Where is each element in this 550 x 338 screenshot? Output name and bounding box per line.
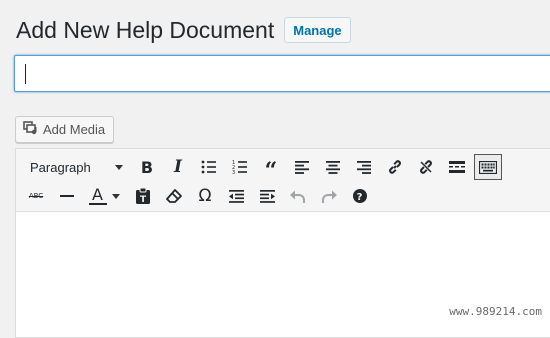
help-button[interactable]: ? [346,183,374,209]
add-media-button[interactable]: Add Media [15,116,115,143]
title-input[interactable] [14,55,550,92]
read-more-icon [449,161,465,173]
align-left-button[interactable] [288,154,316,180]
undo-button[interactable] [284,183,312,209]
link-icon [389,160,401,174]
unlink-icon [420,160,432,174]
indent-icon [259,189,275,203]
paste-as-text-button[interactable]: T [129,183,157,209]
align-center-button[interactable] [319,154,347,180]
text-color-icon: A [89,185,107,205]
page-title: Add New Help Document [16,17,275,43]
link-button[interactable] [381,154,409,180]
indent-button[interactable] [253,183,281,209]
toolbar-row-1: Paragraph B I 1 2 3 “ [16,154,505,184]
bold-icon: B [140,157,154,177]
undo-icon [290,190,305,203]
align-center-icon [326,160,340,174]
help-icon: ? [353,189,367,203]
align-right-button[interactable] [350,154,378,180]
align-right-icon [357,160,371,174]
svg-text:?: ? [357,192,363,203]
svg-text:3: 3 [232,170,235,174]
manage-button[interactable]: Manage [284,17,351,43]
outdent-icon [228,189,244,203]
format-select-value: Paragraph [30,159,91,175]
bold-button[interactable]: B [133,154,161,180]
read-more-button[interactable] [443,154,471,180]
strikethrough-icon: ABC [28,192,44,200]
numbered-list-icon: 1 2 3 [232,160,247,174]
italic-button[interactable]: I [164,154,192,180]
horizontal-line-icon [60,195,74,197]
italic-icon: I [174,157,182,177]
special-character-icon: Ω [198,186,212,206]
text-color-underline [89,203,107,205]
svg-text:T: T [140,195,147,204]
title-row: Add New Help Document Manage [16,14,351,46]
outdent-button[interactable] [222,183,250,209]
bullet-list-button[interactable] [195,154,223,180]
numbered-list-button[interactable]: 1 2 3 [226,154,254,180]
text-color-letter: A [92,185,103,204]
toolbar-toggle-button[interactable] [474,154,502,180]
unlink-button[interactable] [412,154,440,180]
toolbar-row-2: ABC A T Ω ? [16,183,377,209]
toolbar-toggle-icon [479,160,497,174]
chevron-down-icon [115,164,123,170]
watermark: www.989214.com [449,305,542,318]
clear-formatting-icon [166,189,182,203]
redo-icon [322,190,337,203]
align-left-icon [295,160,309,174]
clear-formatting-button[interactable] [160,183,188,209]
chevron-down-icon [112,193,120,199]
editor-content-area[interactable] [16,212,550,337]
horizontal-line-button[interactable] [53,183,81,209]
bullet-list-icon [201,160,216,174]
add-media-label: Add Media [43,122,106,137]
media-icon [22,120,38,139]
redo-button[interactable] [315,183,343,209]
editor-toolbar: Paragraph B I 1 2 3 “ ABC A T Ω ? [16,149,550,212]
text-caret [25,64,26,84]
special-character-button[interactable]: Ω [191,183,219,209]
format-select[interactable]: Paragraph [22,155,129,179]
paste-as-text-icon: T [136,188,150,204]
strikethrough-button[interactable]: ABC [22,183,50,209]
blockquote-button[interactable]: “ [257,154,285,184]
blockquote-icon: “ [264,158,278,184]
text-color-button[interactable]: A [84,183,126,209]
